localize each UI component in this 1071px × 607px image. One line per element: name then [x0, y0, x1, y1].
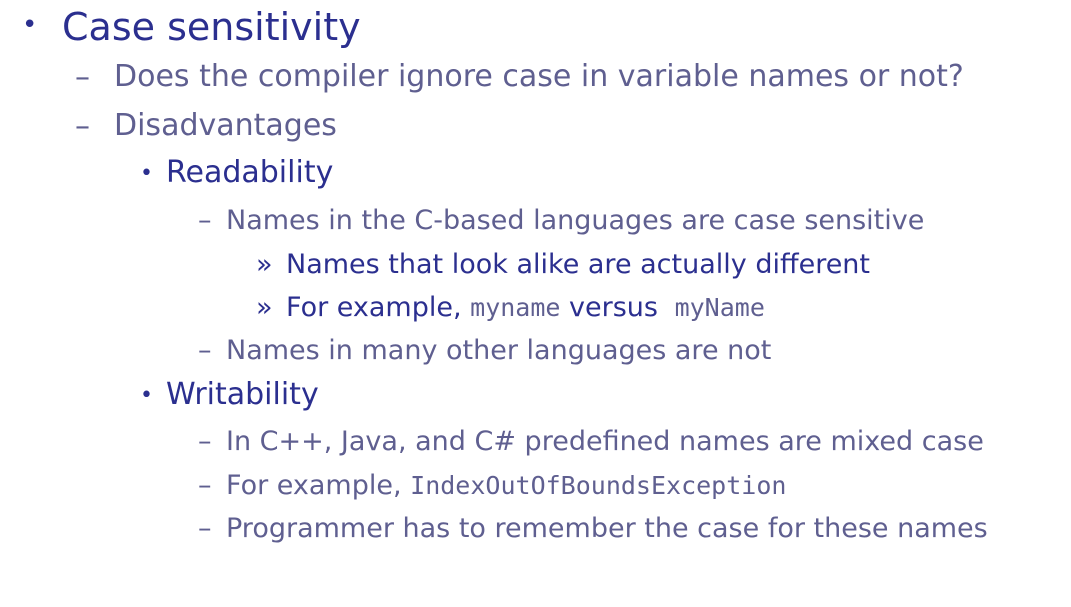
code-myName: myName: [674, 293, 765, 322]
bullet-marker: •: [140, 161, 153, 186]
chevron-marker: »: [256, 249, 273, 280]
dash-marker: –: [198, 205, 212, 236]
dash-marker: –: [75, 109, 90, 144]
dash-marker: –: [75, 60, 90, 95]
example-prefix: For example,: [286, 292, 471, 323]
versus-text: versus: [560, 292, 667, 323]
question-line: Does the compiler ignore case in variabl…: [114, 59, 964, 94]
slide-title: Case sensitivity: [62, 5, 361, 49]
dash-marker: –: [198, 513, 212, 544]
dash-marker: –: [198, 335, 212, 366]
disadvantages-heading: Disadvantages: [114, 108, 337, 143]
example-prefix: For example,: [226, 470, 411, 501]
code-myname: myname: [470, 293, 561, 322]
readability-subpoint-2: For example, myname versus myName: [286, 294, 765, 321]
writability-point-1: In C++, Java, and C# predefined names ar…: [226, 426, 984, 457]
writability-heading: Writability: [166, 377, 319, 412]
readability-point-1: Names in the C-based languages are case …: [226, 205, 925, 236]
writability-point-2: For example, IndexOutOfBoundsException: [226, 472, 786, 499]
chevron-marker: »: [256, 292, 273, 323]
readability-point-2: Names in many other languages are not: [226, 335, 772, 366]
dash-marker: –: [198, 470, 212, 501]
dash-marker: –: [198, 426, 212, 457]
bullet-marker: •: [22, 10, 38, 40]
readability-heading: Readability: [166, 155, 334, 190]
bullet-marker: •: [140, 383, 153, 408]
code-index-out-of-bounds: IndexOutOfBoundsException: [410, 471, 787, 500]
readability-subpoint-1: Names that look alike are actually diffe…: [286, 249, 871, 280]
writability-point-3: Programmer has to remember the case for …: [226, 513, 988, 544]
